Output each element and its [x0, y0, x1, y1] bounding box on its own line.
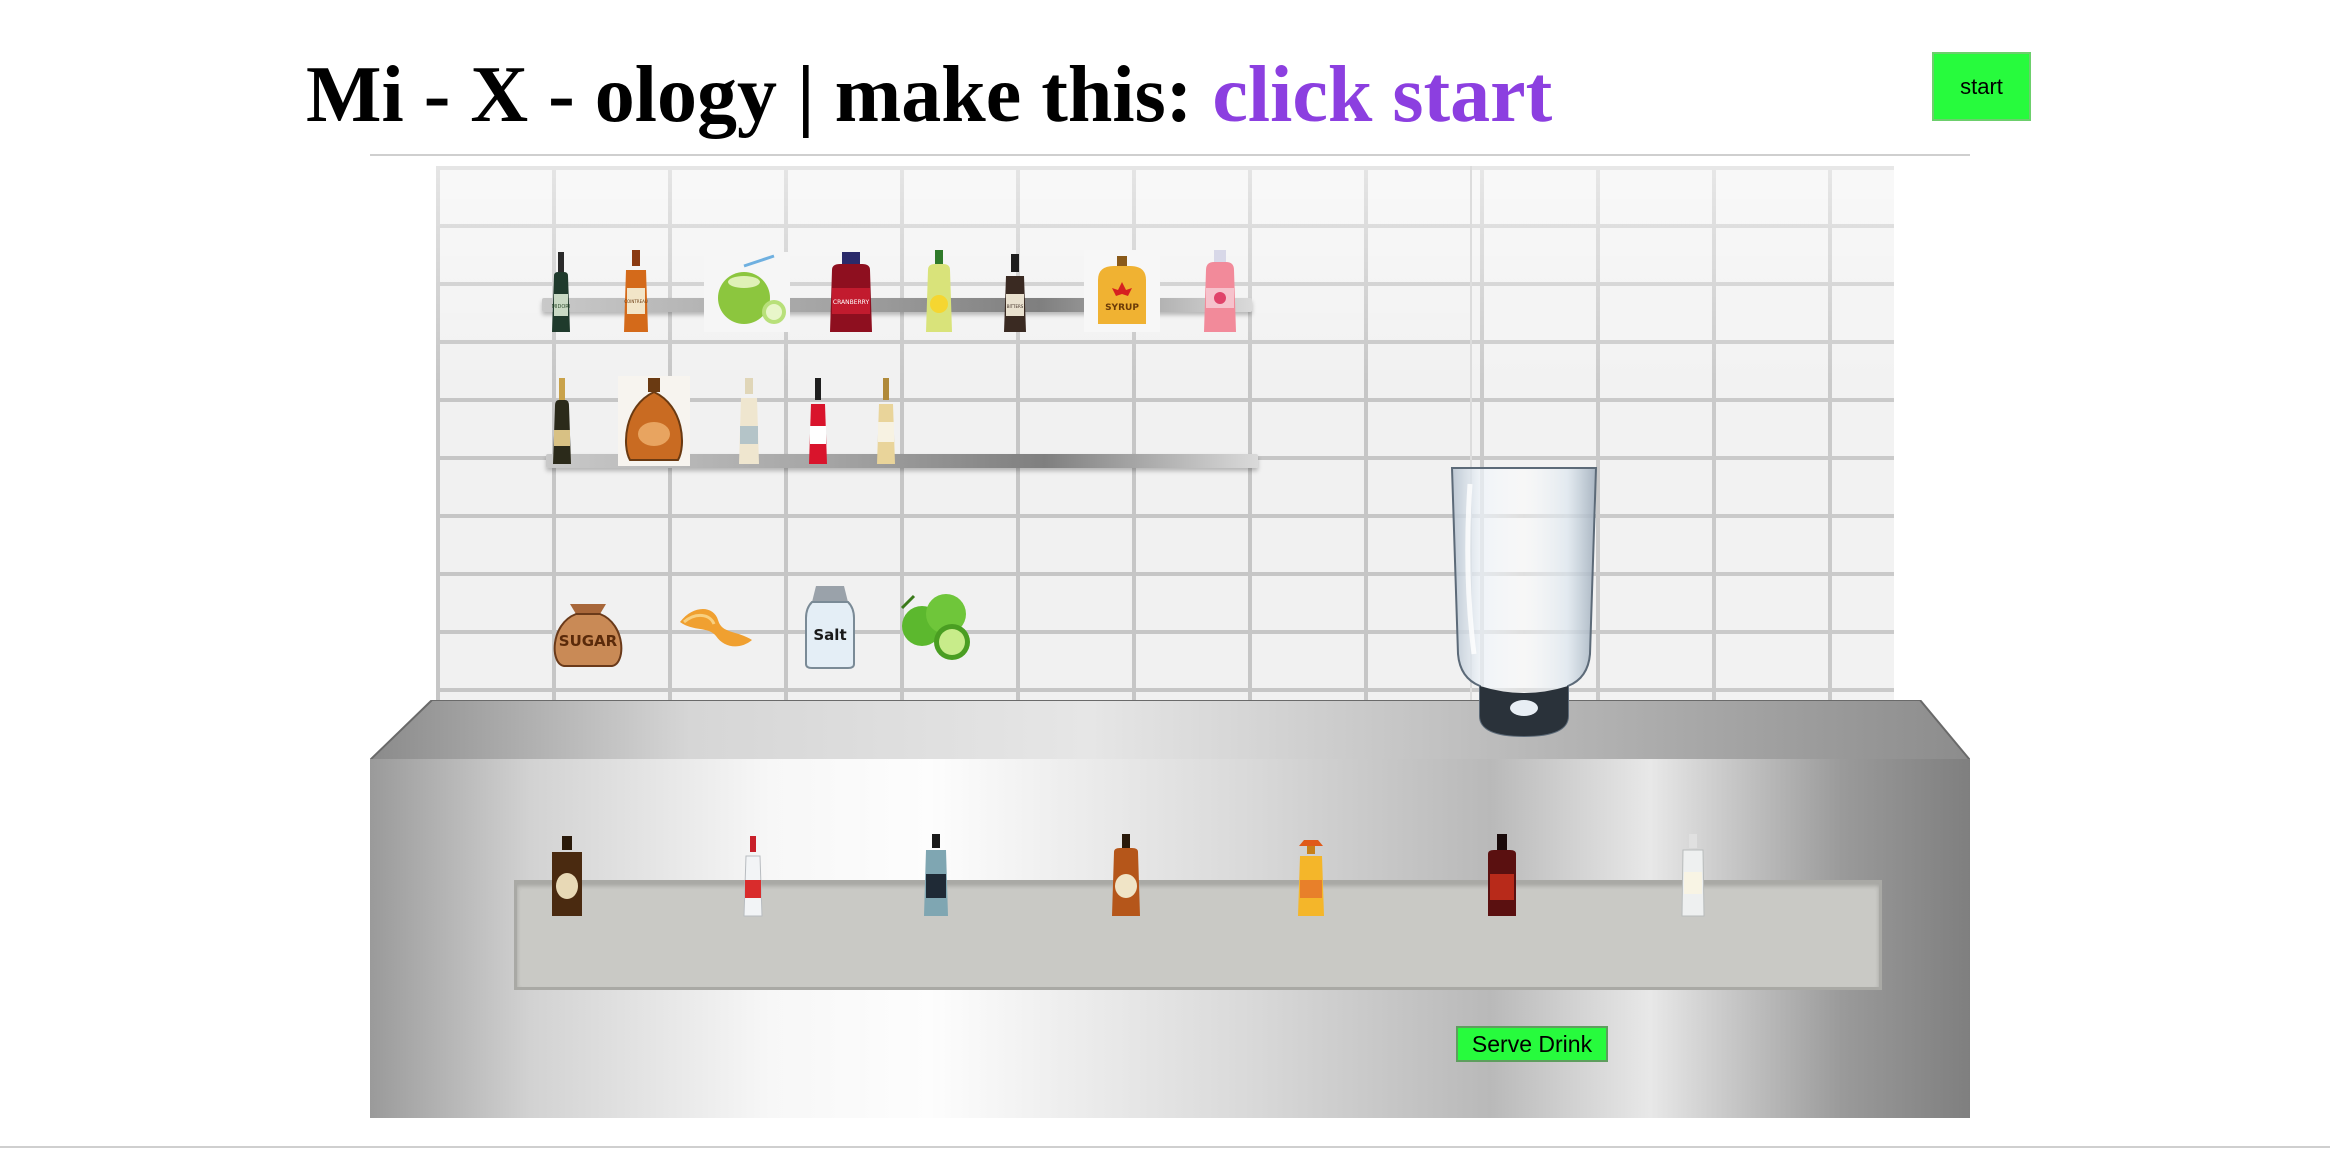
grapefruit-juice-icon	[1204, 250, 1236, 332]
syrup-bottle-icon: SYRUP	[1084, 250, 1160, 332]
orange-peel-icon	[680, 609, 752, 647]
vodka-bottle-icon	[743, 836, 763, 917]
gin-bottle-icon	[924, 834, 948, 916]
bitters-label: BITTERS	[1007, 304, 1024, 309]
cognac-bottle-icon	[618, 376, 690, 466]
syrup-bottle[interactable]: SYRUP	[1084, 250, 1160, 332]
syrup-label: SYRUP	[1105, 303, 1139, 313]
midori-bottle-icon: MIDORI	[552, 252, 571, 332]
cointreau-bottle-icon: COINTREAU	[624, 250, 648, 332]
mixing-glass[interactable]	[1450, 464, 1598, 740]
campari-bottle-icon	[809, 378, 827, 464]
salt-label: Salt	[813, 626, 846, 644]
header-divider	[370, 154, 1970, 156]
limes-icon	[900, 594, 970, 660]
rum-bottle-icon	[1488, 834, 1516, 916]
vermouth-bottle[interactable]	[874, 376, 898, 466]
bourbon-bottle[interactable]	[1110, 832, 1142, 918]
cranberry-label: CRANBERRY	[833, 299, 870, 306]
campari-bottle[interactable]	[806, 376, 830, 466]
bitters-bottle[interactable]: BITTERS	[1000, 252, 1030, 334]
orange-peel[interactable]	[674, 586, 758, 666]
whiskey-bottle-icon	[552, 836, 582, 916]
cointreau-bottle[interactable]: COINTREAU	[620, 248, 652, 334]
sugar-sack[interactable]: SUGAR	[546, 584, 630, 668]
coconut-drink[interactable]	[704, 252, 790, 332]
start-button[interactable]: start	[1932, 52, 2031, 121]
cranberry-juice-bottle[interactable]: CRANBERRY	[826, 250, 876, 334]
salt-shaker-icon: Salt	[805, 586, 855, 669]
counter-top	[370, 700, 1970, 760]
champagne-bottle[interactable]	[550, 376, 574, 466]
vodka-bottle[interactable]	[742, 834, 764, 918]
grapefruit-juice-bottle[interactable]	[1200, 248, 1240, 334]
champagne-bottle-icon	[553, 378, 571, 464]
page-title: Mi - X - ology | make this: click start	[306, 40, 1552, 150]
target-drink-name: click start	[1212, 51, 1553, 139]
cranberry-juice-icon: CRANBERRY	[830, 252, 872, 332]
bar-scene: MIDORI COINTREAU CRANBERRY BITTERS SYRUP…	[370, 162, 1970, 1118]
lemon-juice-bottle[interactable]	[922, 248, 956, 334]
midori-bottle[interactable]: MIDORI	[546, 250, 576, 334]
midori-label: MIDORI	[552, 304, 571, 310]
serve-drink-button[interactable]: Serve Drink	[1456, 1026, 1608, 1062]
limes[interactable]	[896, 584, 980, 668]
glass-icon	[1450, 467, 1598, 738]
rum-bottle[interactable]	[1484, 832, 1520, 918]
page-bottom-divider	[0, 1146, 2330, 1148]
bitters-bottle-icon: BITTERS	[1004, 254, 1026, 332]
speed-rail	[514, 880, 1882, 990]
coconut-drink-icon	[704, 252, 790, 332]
whiskey-bottle[interactable]	[548, 834, 586, 918]
cognac-bottle[interactable]	[618, 376, 690, 466]
bourbon-bottle-icon	[1112, 834, 1140, 916]
lemon-juice-icon	[926, 250, 952, 332]
white-rum-bottle-icon	[1681, 834, 1705, 917]
gin-bottle[interactable]	[922, 832, 950, 918]
cointreau-label: COINTREAU	[624, 299, 648, 304]
tonic-bottle[interactable]	[734, 376, 764, 466]
sugar-sack-icon: SUGAR	[553, 604, 623, 667]
tequila-bottle-icon	[1298, 840, 1324, 916]
tequila-bottle[interactable]	[1296, 832, 1326, 918]
title-prefix: Mi - X - ology | make this:	[306, 51, 1213, 139]
sugar-label: SUGAR	[559, 632, 618, 650]
counter-top-shape	[370, 700, 1970, 760]
tonic-bottle-icon	[739, 378, 759, 464]
salt-shaker[interactable]: Salt	[802, 582, 858, 670]
white-rum-bottle[interactable]	[1680, 832, 1706, 918]
vermouth-bottle-icon	[877, 378, 895, 464]
